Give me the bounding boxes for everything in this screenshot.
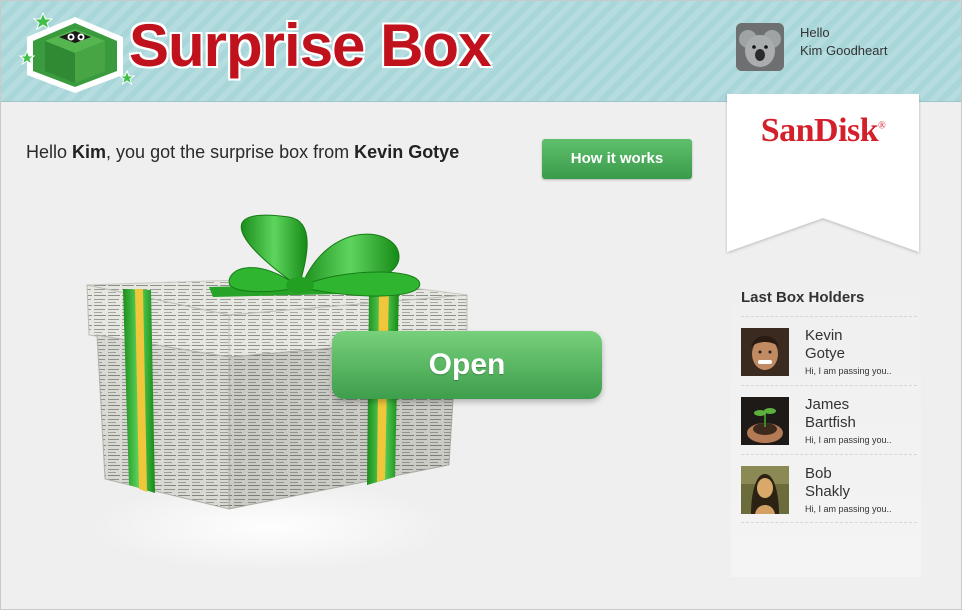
sponsor-logo: SanDisk® [725,112,921,150]
person-photo-icon [741,328,789,376]
holder-last-name: Shakly [805,483,851,500]
last-box-holders-panel: Last Box Holders Kevin Gotye Hi, I am pas… [731,277,921,577]
holder-avatar[interactable] [741,397,789,445]
holder-message: Hi, I am passing you.. [805,366,892,376]
holder-item-james[interactable]: James Bartfish Hi, I am passing you.. [741,385,917,454]
app-frame: Surprise Box Hello Kim Goodheart SanDisk… [0,0,962,610]
open-box-button[interactable]: Open [332,331,602,399]
holders-divider [741,522,917,523]
holder-name[interactable]: Kevin Gotye [805,327,905,363]
how-it-works-button[interactable]: How it works [542,139,692,179]
user-greeting: Hello [800,25,830,40]
holder-first-name: Kevin [805,327,843,344]
box-mascot-icon [18,11,135,93]
user-profile[interactable]: Hello Kim Goodheart [736,23,946,75]
mona-lisa-icon [741,466,789,514]
greeting-middle: , you got the surprise box from [106,142,355,162]
holder-item-bob[interactable]: Bob Shakly Hi, I am passing you.. [741,454,917,523]
holder-name[interactable]: James Bartfish [805,396,905,432]
logo[interactable]: Surprise Box [15,11,492,97]
plant-in-hands-icon [741,397,789,445]
recipient-name: Kim [72,142,107,162]
holders-title: Last Box Holders [741,289,865,306]
koala-avatar-icon [736,23,784,71]
sender-name: Kevin Gotye [354,142,460,162]
holder-name[interactable]: Bob Shakly [805,465,905,501]
holder-item-kevin[interactable]: Kevin Gotye Hi, I am passing you.. [741,316,917,385]
user-avatar[interactable] [736,23,784,71]
holder-message: Hi, I am passing you.. [805,504,892,514]
user-name: Kim Goodheart [800,43,888,58]
greeting-message: Hello Kim, you got the surprise box from… [26,142,459,163]
sponsor-name: SanDisk [760,112,879,149]
holder-last-name: Bartfish [805,414,856,431]
holder-avatar[interactable] [741,466,789,514]
header: Surprise Box Hello Kim Goodheart [1,1,961,102]
holder-message: Hi, I am passing you.. [805,435,892,445]
holder-first-name: Bob [805,465,832,482]
sponsor-banner[interactable]: SanDisk® [725,94,921,256]
holder-avatar[interactable] [741,328,789,376]
registered-mark-icon: ® [878,120,886,132]
logo-text: Surprise Box [128,11,492,80]
holder-last-name: Gotye [805,345,846,362]
holder-first-name: James [805,396,850,413]
greeting-prefix: Hello [26,142,73,162]
